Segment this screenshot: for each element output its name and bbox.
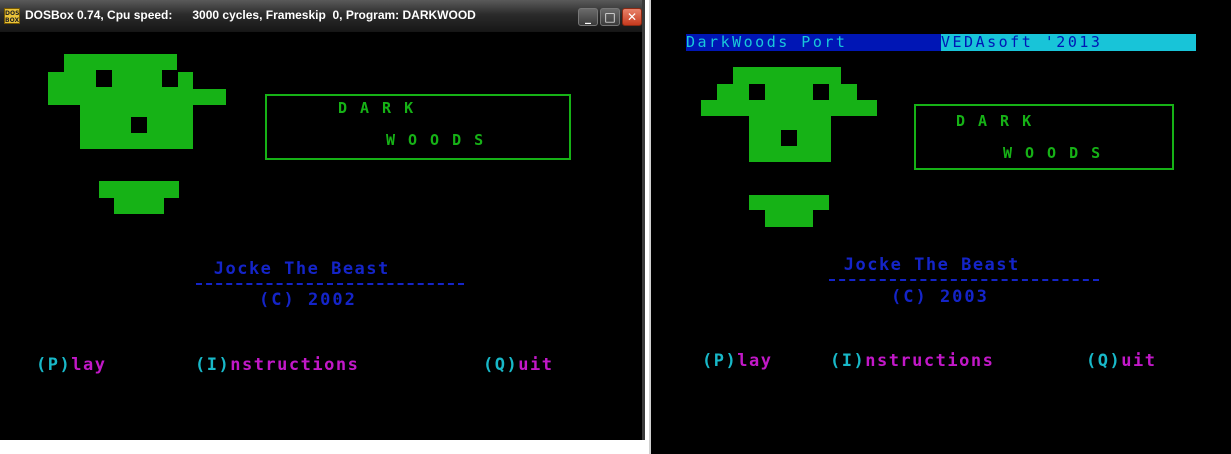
menu-play[interactable]: (P)lay	[702, 351, 772, 371]
status-port-name: DarkWoods Port	[686, 34, 941, 51]
status-publisher: VEDAsoft '2013	[941, 34, 1196, 51]
author-credit: Jocke The Beast	[832, 255, 1020, 275]
game-title-line1: DARK	[338, 99, 427, 117]
port-emulator-window: DarkWoods Port VEDAsoft '2013 DARK WOODS…	[649, 0, 1231, 454]
close-button[interactable]: ✕	[622, 8, 642, 26]
menu-quit-label: uit	[518, 355, 554, 375]
menu-quit[interactable]: (Q)uit	[1086, 351, 1156, 371]
maximize-icon: □	[604, 10, 616, 24]
author-underline	[829, 279, 1099, 281]
menu-quit[interactable]: (Q)uit	[483, 355, 553, 375]
menu-instructions[interactable]: (I)nstructions	[830, 351, 994, 371]
game-title-line2: WOODS	[1003, 144, 1114, 162]
title-bar[interactable]: DOS BOX DOSBox 0.74, Cpu speed: 3000 cycl…	[0, 0, 645, 33]
menu-quit-key: (Q)	[483, 355, 519, 375]
menu-instructions-key: (I)	[830, 351, 866, 371]
left-eye	[96, 70, 112, 87]
minimize-button[interactable]: _	[578, 8, 598, 26]
game-title-line1: DARK	[956, 112, 1045, 130]
window-border	[642, 0, 645, 440]
close-icon: ✕	[626, 10, 638, 24]
menu-play-label: lay	[737, 351, 773, 371]
status-bar: DarkWoods Port VEDAsoft '2013	[686, 34, 1196, 51]
menu-instructions-key: (I)	[195, 355, 231, 375]
dosbox-window: DOS BOX DOSBox 0.74, Cpu speed: 3000 cycl…	[0, 0, 645, 440]
game-title-line2: WOODS	[386, 131, 497, 149]
nose-hole	[781, 130, 797, 146]
menu-play-label: lay	[71, 355, 107, 375]
mask-chin	[749, 195, 829, 210]
author-credit: Jocke The Beast	[202, 259, 390, 279]
menu-quit-label: uit	[1121, 351, 1157, 371]
menu-play-key: (P)	[702, 351, 738, 371]
left-eye	[749, 84, 765, 100]
mask-chin	[99, 181, 179, 198]
menu-instructions[interactable]: (I)nstructions	[195, 355, 359, 375]
game-screen: DARK WOODS Jocke The Beast (C) 2002 (P)l…	[4, 33, 641, 439]
dosbox-app-icon[interactable]: DOS BOX	[4, 8, 20, 24]
menu-instructions-label: nstructions	[865, 351, 995, 371]
nose-hole	[131, 117, 147, 133]
author-underline	[196, 283, 464, 285]
copyright-text: (C) 2003	[891, 287, 989, 307]
right-eye	[813, 84, 829, 100]
menu-instructions-label: nstructions	[230, 355, 360, 375]
maximize-button[interactable]: □	[600, 8, 620, 26]
menu-play[interactable]: (P)lay	[36, 355, 106, 375]
menu-quit-key: (Q)	[1086, 351, 1122, 371]
minimize-icon: _	[585, 10, 591, 24]
copyright-text: (C) 2002	[259, 290, 357, 310]
window-title: DOSBox 0.74, Cpu speed: 3000 cycles, Fra…	[25, 8, 476, 22]
menu-play-key: (P)	[36, 355, 72, 375]
right-eye	[162, 70, 178, 87]
